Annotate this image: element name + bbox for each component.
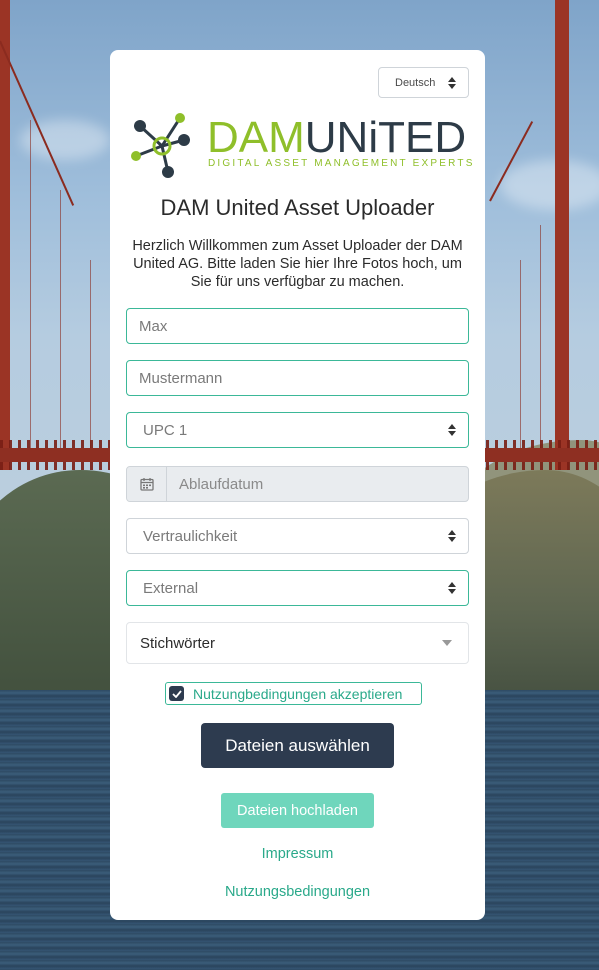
logo-united: UNiTED bbox=[304, 113, 467, 162]
language-select-value: Deutsch bbox=[395, 76, 436, 89]
confidentiality-select[interactable]: Vertraulichkeit bbox=[126, 518, 469, 554]
logo-tagline: DIGITAL ASSET MANAGEMENT EXPERTS bbox=[208, 158, 475, 169]
audience-select[interactable]: External bbox=[126, 570, 469, 606]
cloud bbox=[500, 160, 599, 210]
upload-files-button[interactable]: Dateien hochladen bbox=[221, 793, 374, 828]
terms-of-use-link[interactable]: Nutzungsbedingungen bbox=[110, 884, 485, 900]
checkmark-icon bbox=[171, 689, 182, 698]
imprint-link[interactable]: Impressum bbox=[110, 846, 485, 862]
first-name-value: Max bbox=[139, 317, 168, 335]
expiry-date-field[interactable]: Ablaufdatum bbox=[126, 466, 469, 502]
first-name-input[interactable]: Max bbox=[126, 308, 469, 344]
bridge-suspender bbox=[540, 225, 541, 450]
select-arrows-icon bbox=[448, 530, 456, 542]
last-name-value: Mustermann bbox=[139, 369, 223, 387]
confidentiality-select-value: Vertraulichkeit bbox=[143, 527, 238, 545]
terms-label: Nutzungbedingungen akzeptieren bbox=[193, 685, 403, 702]
choose-files-button[interactable]: Dateien auswählen bbox=[201, 723, 394, 768]
keywords-select[interactable]: Stichwörter bbox=[126, 622, 469, 664]
bridge-tower bbox=[0, 0, 10, 470]
logo-dam: DAM bbox=[207, 113, 305, 162]
last-name-input[interactable]: Mustermann bbox=[126, 360, 469, 396]
intro-text: Herzlich Willkommen zum Asset Uploader d… bbox=[132, 238, 463, 290]
bridge-suspender bbox=[60, 190, 61, 450]
bridge-suspender bbox=[520, 260, 521, 450]
calendar-icon[interactable] bbox=[127, 467, 167, 501]
bridge-suspender bbox=[90, 260, 91, 450]
select-arrows-icon bbox=[448, 582, 456, 594]
chevron-down-icon bbox=[442, 640, 452, 646]
select-arrows-icon bbox=[448, 76, 456, 89]
bridge-suspender bbox=[30, 120, 31, 450]
cloud bbox=[20, 120, 110, 160]
upc-select-value: UPC 1 bbox=[143, 421, 188, 439]
page-title: DAM United Asset Uploader bbox=[160, 195, 435, 220]
terms-checkbox-row[interactable]: Nutzungbedingungen akzeptieren bbox=[165, 682, 422, 705]
select-arrows-icon bbox=[448, 424, 456, 436]
uploader-card: Deutsch DAMUNiTED DIGITAL ASSET MANAGEME… bbox=[110, 50, 485, 920]
calendar-icon-glyph bbox=[139, 478, 154, 491]
upc-select[interactable]: UPC 1 bbox=[126, 412, 469, 448]
expiry-date-placeholder: Ablaufdatum bbox=[179, 475, 264, 493]
bridge-tower bbox=[555, 0, 569, 470]
logo-wordmark: DAMUNiTED bbox=[207, 116, 466, 160]
terms-checkbox[interactable] bbox=[169, 686, 184, 701]
molecule-logo-icon bbox=[131, 113, 190, 178]
audience-select-value: External bbox=[143, 579, 199, 597]
language-select[interactable]: Deutsch bbox=[378, 67, 469, 98]
keywords-placeholder: Stichwörter bbox=[140, 634, 216, 652]
dam-united-logo: DAMUNiTED DIGITAL ASSET MANAGEMENT EXPER… bbox=[126, 112, 472, 180]
